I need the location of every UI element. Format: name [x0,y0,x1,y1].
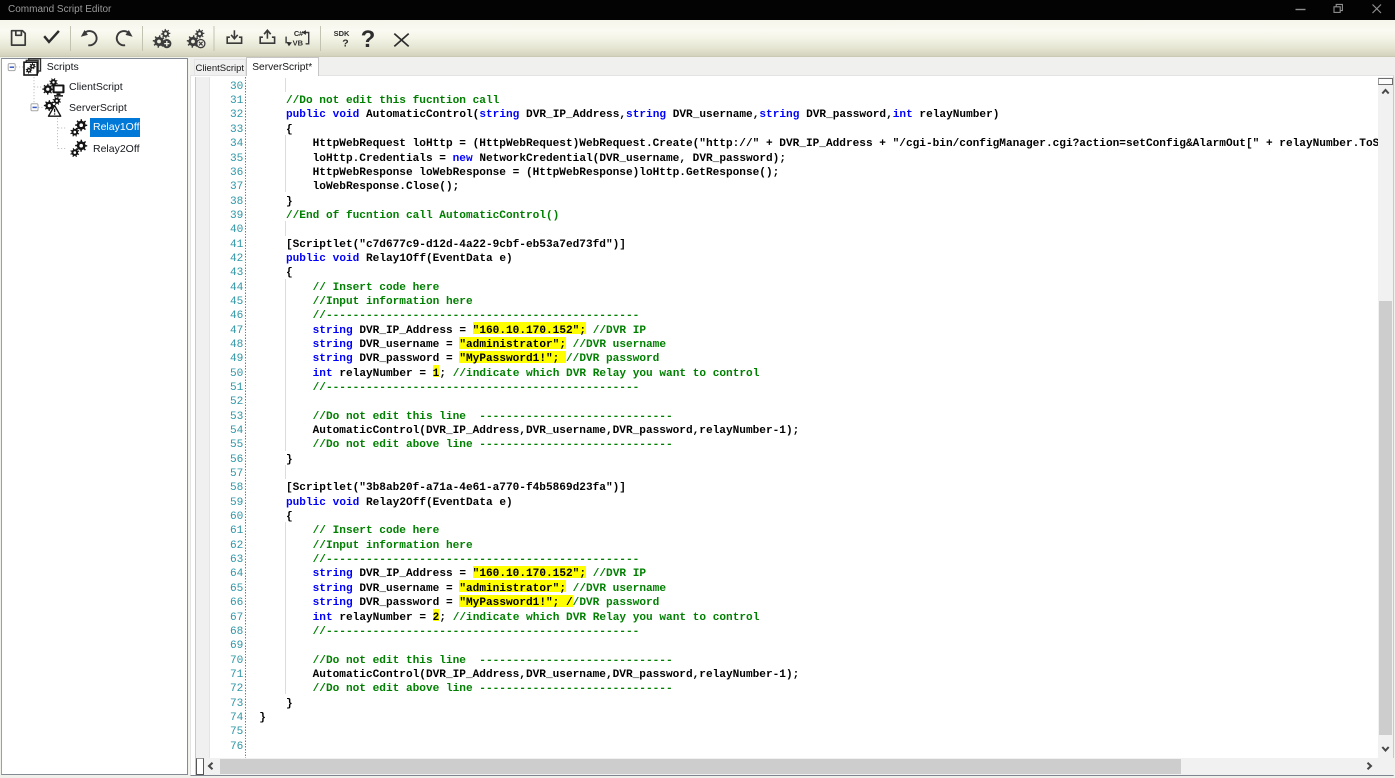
svg-text:?: ? [342,37,348,49]
svg-text:?: ? [361,26,376,53]
svg-text:C#: C# [294,29,304,38]
svg-text:VB: VB [293,39,304,48]
